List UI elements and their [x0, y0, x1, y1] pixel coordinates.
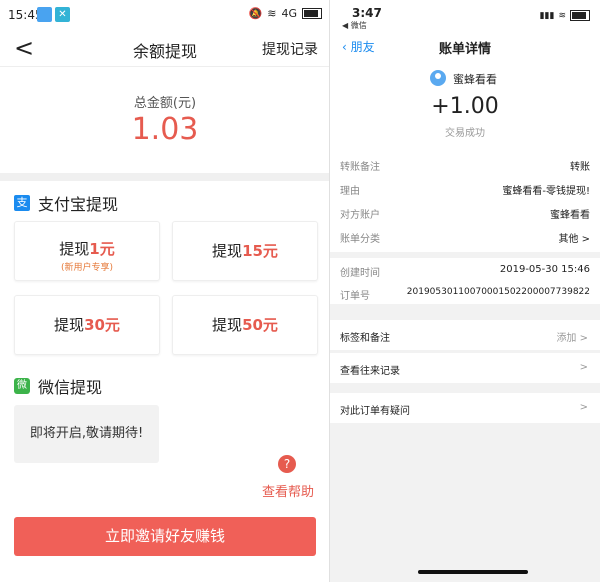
- app-notification-icon: ✕: [55, 7, 70, 22]
- navigation-bar: ‹ 朋友 账单详情: [330, 30, 600, 60]
- status-bar: 3:47 ◀ 微信 ▮▮▮ ≋: [330, 0, 600, 30]
- home-indicator: [418, 570, 528, 574]
- battery-icon: [302, 8, 322, 19]
- transaction-summary: 蜜蜂看看 +1.00 交易成功 转账备注 转账 理由 蜜蜂看看-零钱提现! 对方…: [330, 60, 600, 252]
- mute-icon: 🔕: [248, 7, 263, 20]
- network-label: 4G: [281, 7, 297, 20]
- wechat-title: 微信提现: [38, 378, 103, 397]
- status-icons: 🔕 ≋ 4G: [249, 7, 322, 20]
- avatar-icon: [430, 70, 446, 86]
- section-divider: [0, 173, 330, 181]
- payer-name: 蜜蜂看看: [453, 73, 497, 86]
- transaction-amount: +1.00: [431, 94, 499, 119]
- list-item[interactable]: 对此订单有疑问 >: [330, 393, 600, 423]
- detail-row: 对方账户 蜜蜂看看: [340, 210, 590, 221]
- wifi-icon: ≋: [558, 10, 566, 21]
- alipay-title: 支付宝提现: [38, 195, 119, 214]
- detail-row: 订单号 20190530110070001502200007739822: [340, 287, 590, 302]
- list-item[interactable]: 标签和备注 添加 >: [330, 320, 600, 350]
- list-item[interactable]: 查看往来记录 >: [330, 353, 600, 383]
- new-user-note: (新用户专享): [60, 263, 114, 273]
- withdraw-option-50[interactable]: 提现50元: [172, 295, 318, 355]
- bill-detail-screen: 3:47 ◀ 微信 ▮▮▮ ≋ ‹ 朋友 账单详情 蜜蜂看看 +1.00 交易成…: [330, 0, 600, 582]
- wechat-section-header: 微 微信提现: [14, 374, 102, 398]
- battery-icon: [570, 10, 590, 21]
- help-icon[interactable]: ?: [278, 455, 296, 473]
- withdraw-option-15[interactable]: 提现15元: [172, 221, 318, 281]
- detail-row: 创建时间 2019-05-30 15:46: [340, 264, 590, 279]
- wechat-icon: 微: [14, 378, 30, 394]
- status-time: 3:47: [352, 6, 382, 20]
- detail-row: 理由 蜜蜂看看-零钱提现!: [340, 186, 590, 197]
- withdraw-screen: 15:45 ✕ 🔕 ≋ 4G < 余额提现 提现记录 总金额(元) 1.03 支…: [0, 0, 330, 582]
- status-icons: ▮▮▮ ≋: [540, 10, 590, 21]
- withdraw-option-1[interactable]: 提现1元 (新用户专享): [14, 221, 160, 281]
- order-info: 创建时间 2019-05-30 15:46 订单号 20190530110070…: [330, 258, 600, 304]
- total-amount-label: 总金额(元): [133, 96, 197, 111]
- alipay-section-header: 支 支付宝提现: [14, 191, 118, 215]
- withdraw-records-link[interactable]: 提现记录: [262, 39, 318, 59]
- alipay-icon: 支: [14, 195, 30, 211]
- total-amount: 1.03: [131, 112, 199, 147]
- status-bar: 15:45 ✕ 🔕 ≋ 4G: [0, 0, 330, 30]
- withdraw-option-30[interactable]: 提现30元: [14, 295, 160, 355]
- detail-row: 转账备注 转账: [340, 162, 590, 173]
- wifi-icon: ≋: [267, 7, 277, 20]
- category-row[interactable]: 账单分类 其他 >: [330, 224, 600, 248]
- transaction-status: 交易成功: [445, 128, 485, 139]
- wechat-coming-soon: 即将开启,敬请期待!: [14, 405, 159, 463]
- navigation-bar: < 余额提现 提现记录: [0, 30, 330, 67]
- invite-friends-button[interactable]: 立即邀请好友赚钱: [14, 517, 316, 556]
- app-notification-icon: [37, 7, 52, 22]
- signal-icon: ▮▮▮: [539, 10, 555, 21]
- help-link[interactable]: 查看帮助: [262, 481, 314, 500]
- page-title: 账单详情: [438, 42, 491, 57]
